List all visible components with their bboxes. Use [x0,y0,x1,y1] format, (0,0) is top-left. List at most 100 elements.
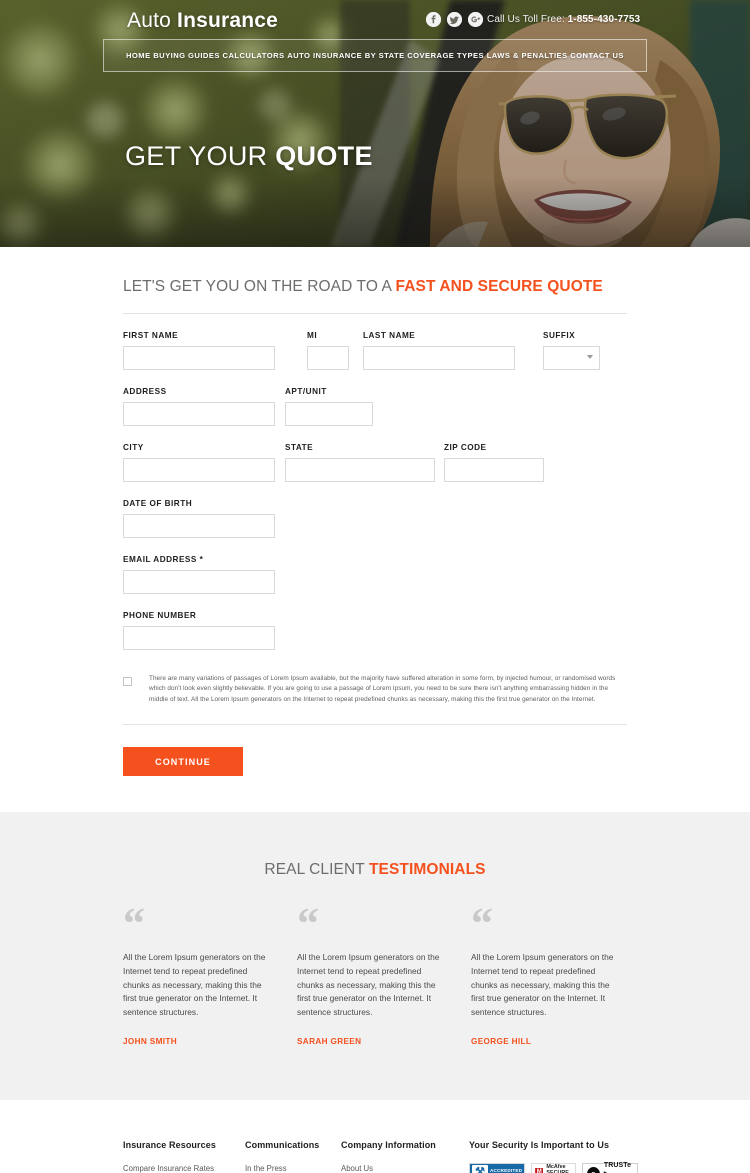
email-address-input[interactable] [123,570,275,594]
site-footer: Insurance Resources Compare Insurance Ra… [0,1099,750,1173]
field-zip-code: ZIP CODE [444,443,544,482]
testimonial-cards: “ All the Lorem Ipsum generators on the … [123,899,627,1046]
testimonial-card: “ All the Lorem Ipsum generators on the … [297,899,447,1046]
nav-item-calculators[interactable]: CALCULATORS [223,47,285,64]
label-apt-unit: APT/UNIT [285,387,327,396]
form-heading-accent: FAST AND SECURE QUOTE [395,278,603,295]
nav-item-laws-penalties[interactable]: LAWS & PENALTIES [487,47,568,64]
facebook-icon[interactable] [426,12,441,27]
toll-free-phone: Call Us Toll Free: 1-855-430-7753 [487,14,640,25]
terms-checkbox[interactable] [123,677,132,686]
field-last-name: LAST NAME [363,331,515,370]
form-row-dob: DATE OF BIRTH [123,499,627,538]
hero-headline-bold: QUOTE [275,141,373,171]
testimonial-author: JOHN SMITH [123,1036,177,1046]
footer-link-compare-insurance-rates[interactable]: Compare Insurance Rates [123,1163,245,1173]
zip-code-input[interactable] [444,458,544,482]
heading-divider [123,313,627,314]
label-state: STATE [285,443,314,452]
hero-section: Auto Insurance Call Us Toll Free: 1-855-… [0,0,750,247]
quote-icon: “ [471,899,493,949]
suffix-select-wrapper[interactable] [543,346,600,370]
testimonials-heading: REAL CLIENT TESTIMONIALS [0,861,750,879]
footer-link-about-us[interactable]: About Us [341,1163,469,1173]
nav-item-contact-us[interactable]: CONTACT US [570,47,624,64]
testimonial-card: “ All the Lorem Ipsum generators on the … [123,899,273,1046]
mcafee-text: McAfee SECURE TESTED DAILY 01-JAN [546,1164,571,1173]
phone-number-input[interactable] [123,626,275,650]
label-suffix: SUFFIX [543,331,576,340]
bbb-accredited-business-badge[interactable]: ⚒ BBB ACCREDITED BUSINESS [469,1162,526,1173]
chevron-down-icon [587,355,593,359]
bbb-line1: ACCREDITED [490,1168,523,1173]
testimonials-heading-accent: TESTIMONIALS [368,861,486,879]
first-name-input[interactable] [123,346,275,370]
bbb-torch-icon: ⚒ [475,1165,485,1173]
truste-certified-privacy-badge[interactable]: e TRUSTe ▸ Certified Privacy [581,1162,638,1173]
apt-unit-input[interactable] [285,402,373,426]
phone-label: Call Us Toll Free: [487,14,568,25]
footer-column-communications: Communications In the Press Partner Tool… [245,1140,341,1173]
footer-columns: Insurance Resources Compare Insurance Ra… [123,1139,638,1173]
footer-heading: Insurance Resources [123,1139,216,1150]
field-suffix: SUFFIX [543,331,600,370]
testimonial-text: All the Lorem Ipsum generators on the In… [471,952,614,1017]
logo-text-bold: Insurance [177,9,279,32]
field-address: ADDRESS [123,387,275,426]
nav-item-auto-insurance-by-state[interactable]: AUTO INSURANCE BY STATE [287,47,404,64]
label-city: CITY [123,443,144,452]
site-logo[interactable]: Auto Insurance [127,9,278,33]
nav-item-buying-guides[interactable]: BUYING GUIDES [153,47,220,64]
city-input[interactable] [123,458,275,482]
phone-number[interactable]: 1-855-430-7753 [568,14,641,25]
testimonial-author: GEORGE HILL [471,1036,532,1046]
landing-page: Auto Insurance Call Us Toll Free: 1-855-… [0,0,750,1173]
social-links [426,12,483,27]
quote-form: FIRST NAME MI LAST NAME SUFFIX ADDRESS A… [123,331,627,777]
footer-link-in-the-press[interactable]: In the Press [245,1163,341,1173]
testimonial-card: “ All the Lorem Ipsum generators on the … [471,899,621,1046]
field-email-address: EMAIL ADDRESS * [123,555,275,594]
hero-headline: GET YOUR QUOTE [125,141,373,172]
label-address: ADDRESS [123,387,167,396]
quote-icon: “ [123,899,145,949]
terms-text: There are many variations of passages of… [149,675,616,703]
footer-column-security: Your Security Is Important to Us ⚒ BBB A… [469,1140,638,1173]
mcafee-secure-badge[interactable]: M McAfee SECURE TESTED DAILY 01-JAN [531,1162,576,1173]
address-input[interactable] [123,402,275,426]
testimonials-section: REAL CLIENT TESTIMONIALS “ All the Lorem… [0,812,750,1100]
truste-line1: TRUSTe ▸ [603,1162,632,1173]
quote-form-section: LET'S GET YOU ON THE ROAD TO A FAST AND … [0,247,750,777]
field-date-of-birth: DATE OF BIRTH [123,499,275,538]
label-last-name: LAST NAME [363,331,416,340]
date-of-birth-input[interactable] [123,514,275,538]
hero-headline-light: GET YOUR [125,141,276,171]
terms-agreement: There are many variations of passages of… [123,674,627,705]
logo-text-light: Auto [127,9,178,32]
form-heading: LET'S GET YOU ON THE ROAD TO A FAST AND … [123,278,627,296]
bbb-logo-icon: ⚒ BBB [472,1164,488,1173]
label-zip-code: ZIP CODE [444,443,487,452]
form-row-email: EMAIL ADDRESS * [123,555,627,594]
last-name-input[interactable] [363,346,515,370]
twitter-icon[interactable] [447,12,462,27]
nav-item-home[interactable]: HOME [126,47,151,64]
form-row-address: ADDRESS APT/UNIT [123,387,627,426]
footer-heading: Company Information [341,1139,436,1150]
form-footer-divider [123,724,627,726]
quote-icon: “ [297,899,319,949]
field-first-name: FIRST NAME [123,331,275,370]
mi-input[interactable] [307,346,349,370]
label-email-address: EMAIL ADDRESS * [123,555,204,564]
truste-circle-icon: e [586,1166,600,1173]
label-date-of-birth: DATE OF BIRTH [123,499,193,508]
form-row-city-state-zip: CITY STATE ZIP CODE [123,443,627,482]
trust-badges: ⚒ BBB ACCREDITED BUSINESS M McAfee SECUR… [469,1162,638,1173]
field-state: STATE [285,443,435,482]
field-mi: MI [307,331,349,370]
googleplus-icon[interactable] [468,12,483,27]
state-input[interactable] [285,458,435,482]
testimonial-text: All the Lorem Ipsum generators on the In… [297,952,440,1017]
nav-item-coverage-types[interactable]: COVERAGE TYPES [407,47,484,64]
continue-button[interactable]: CONTINUE [123,747,243,777]
